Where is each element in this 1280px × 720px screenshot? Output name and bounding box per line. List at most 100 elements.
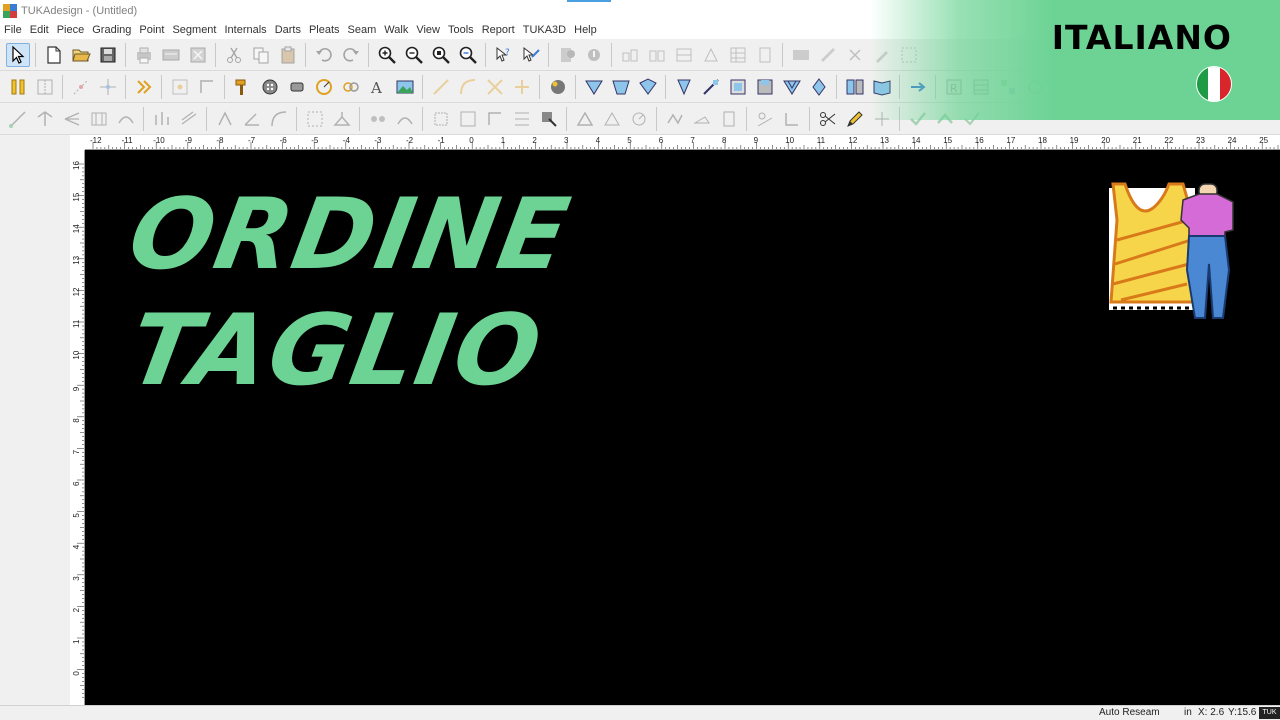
grade-points-icon[interactable] (150, 107, 174, 131)
new-file-icon[interactable] (42, 43, 66, 67)
seam-corner-icon[interactable] (780, 75, 804, 99)
fan-lines-icon[interactable] (60, 107, 84, 131)
menu-file[interactable]: File (0, 21, 26, 39)
split-piece-icon[interactable] (33, 75, 57, 99)
seam-rule-icon[interactable] (510, 107, 534, 131)
seam-add-icon[interactable] (753, 75, 777, 99)
measure-tool-icon[interactable] (519, 43, 543, 67)
paste-icon[interactable] (276, 43, 300, 67)
curve-tool-icon[interactable] (456, 75, 480, 99)
hammer-icon[interactable] (231, 75, 255, 99)
menu-grading[interactable]: Grading (88, 21, 135, 39)
tuka3d-scan-icon[interactable] (780, 107, 804, 131)
menu-point[interactable]: Point (135, 21, 168, 39)
drawing-canvas[interactable]: ORDINE TAGLIO (85, 150, 1280, 705)
intersect-icon[interactable] (483, 75, 507, 99)
move-point-icon[interactable] (96, 75, 120, 99)
copy-icon[interactable] (249, 43, 273, 67)
notch-icon[interactable] (168, 75, 192, 99)
marker-edit-icon[interactable] (816, 43, 840, 67)
menu-view[interactable]: View (412, 21, 444, 39)
seam-allowance-icon[interactable] (429, 107, 453, 131)
perpendicular-icon[interactable] (33, 107, 57, 131)
button-placement-icon[interactable] (258, 75, 282, 99)
grade-nest-lines-icon[interactable] (177, 107, 201, 131)
walk-seam-icon[interactable] (843, 75, 867, 99)
marker-scissors-icon[interactable] (843, 43, 867, 67)
cut-icon[interactable] (222, 43, 246, 67)
save-disk-icon[interactable] (96, 43, 120, 67)
measure-grid-icon[interactable] (303, 107, 327, 131)
menu-tools[interactable]: Tools (444, 21, 478, 39)
hanger-icon[interactable] (330, 107, 354, 131)
dart-rotate-icon[interactable] (636, 75, 660, 99)
pleat-box-icon[interactable] (699, 75, 723, 99)
pleat-knife-icon[interactable] (726, 75, 750, 99)
pause-bars-icon[interactable] (6, 75, 30, 99)
seam-walk-icon[interactable] (483, 107, 507, 131)
scissors-tool-icon[interactable] (816, 107, 840, 131)
menu-walk[interactable]: Walk (380, 21, 412, 39)
menu-segment[interactable]: Segment (168, 21, 220, 39)
trim-icon[interactable] (510, 75, 534, 99)
open-folder-icon[interactable] (69, 43, 93, 67)
select-arrow-icon[interactable] (5, 42, 30, 67)
seam-expand-icon[interactable] (537, 107, 561, 131)
cut-spread-icon[interactable] (87, 107, 111, 131)
mirror-curve-icon[interactable] (393, 107, 417, 131)
menu-tuka3d[interactable]: TUKA3D (519, 21, 570, 39)
zoom-in-icon[interactable] (375, 43, 399, 67)
add-point-icon[interactable] (69, 75, 93, 99)
menu-help[interactable]: Help (570, 21, 601, 39)
dart-close-icon[interactable] (609, 75, 633, 99)
grade-table-icon[interactable] (726, 43, 750, 67)
export-icon[interactable] (186, 43, 210, 67)
buttonhole-icon[interactable] (285, 75, 309, 99)
grade-measure-icon[interactable] (627, 107, 651, 131)
grade-paste-icon[interactable] (672, 43, 696, 67)
marker-icon[interactable] (789, 43, 813, 67)
undo-icon[interactable] (312, 43, 336, 67)
piece-notes-icon[interactable] (582, 43, 606, 67)
line-tool-icon[interactable] (429, 75, 453, 99)
pencil-tool-icon[interactable] (843, 107, 867, 131)
zoom-window-icon[interactable] (456, 43, 480, 67)
report-tape-icon[interactable] (690, 107, 714, 131)
menu-seam[interactable]: Seam (344, 21, 381, 39)
rotate-segment-icon[interactable] (114, 107, 138, 131)
query-info-icon[interactable]: ? (492, 43, 516, 67)
drill-hole-icon[interactable] (195, 75, 219, 99)
tuka3d-body-icon[interactable] (753, 107, 777, 131)
sphere-icon[interactable] (546, 75, 570, 99)
redo-icon[interactable] (339, 43, 363, 67)
report-tag-icon[interactable] (717, 107, 741, 131)
angle-icon[interactable] (240, 107, 264, 131)
bisect-icon[interactable] (213, 107, 237, 131)
zoom-fit-icon[interactable] (429, 43, 453, 67)
grade-triangle-icon[interactable] (573, 107, 597, 131)
walk-pieces-icon[interactable] (132, 75, 156, 99)
piece-info-icon[interactable] (555, 43, 579, 67)
grade-flip-icon[interactable] (699, 43, 723, 67)
symmetry-icon[interactable] (366, 107, 390, 131)
line-segment-icon[interactable] (6, 107, 30, 131)
seam-corner-tool-icon[interactable] (456, 107, 480, 131)
dart-open-icon[interactable] (582, 75, 606, 99)
pleat-icon[interactable] (672, 75, 696, 99)
grade-nest-icon[interactable] (753, 43, 777, 67)
seam-mirror-icon[interactable] (807, 75, 831, 99)
copy-internals-icon[interactable] (339, 75, 363, 99)
print-icon[interactable] (132, 43, 156, 67)
circle-tool-icon[interactable] (312, 75, 336, 99)
menu-pleats[interactable]: Pleats (305, 21, 344, 39)
menu-edit[interactable]: Edit (26, 21, 53, 39)
tangent-icon[interactable] (267, 107, 291, 131)
menu-piece[interactable]: Piece (53, 21, 89, 39)
grade-copy-icon[interactable] (645, 43, 669, 67)
menu-internals[interactable]: Internals (220, 21, 270, 39)
grade-scale-icon[interactable] (600, 107, 624, 131)
text-annotation-icon[interactable]: A (366, 75, 390, 99)
plot-icon[interactable] (159, 43, 183, 67)
report-walk-icon[interactable] (663, 107, 687, 131)
zoom-out-icon[interactable] (402, 43, 426, 67)
